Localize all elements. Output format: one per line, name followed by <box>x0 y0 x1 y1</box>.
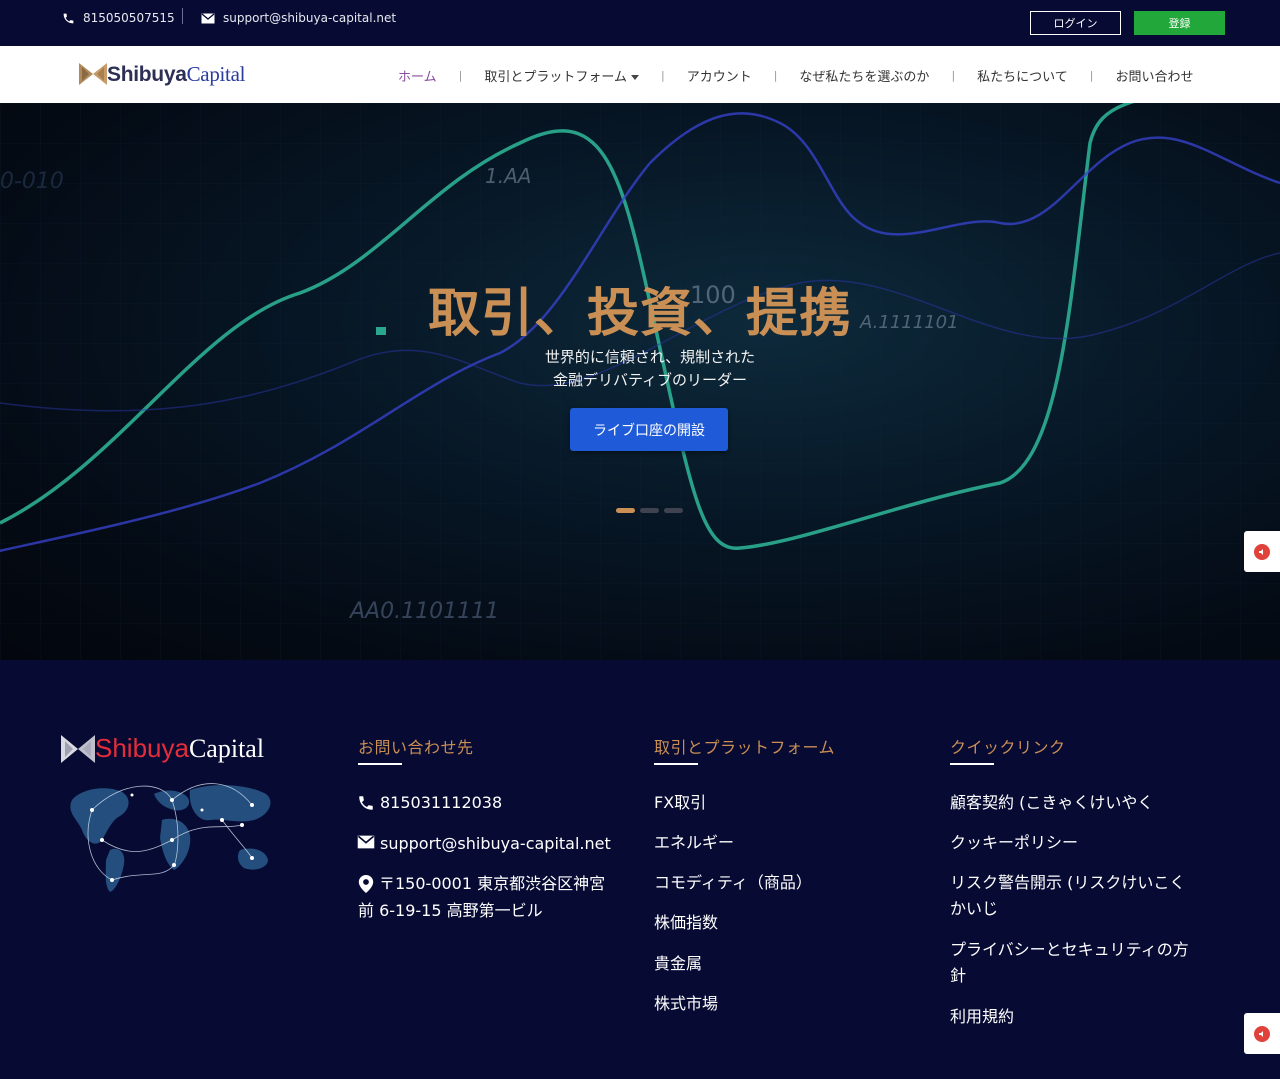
topbar-divider <box>182 8 183 24</box>
nav-separator: | <box>773 68 778 82</box>
footer-link-stocks[interactable]: 株式市場 <box>654 991 718 1017</box>
slider-dot-2[interactable] <box>640 508 659 513</box>
footer-link-label: 利用規約 <box>950 1007 1015 1026</box>
topbar-email[interactable]: support@shibuya-capital.net <box>201 10 396 26</box>
footer-email[interactable]: support@shibuya-capital.net <box>357 830 611 857</box>
world-network-map-image <box>70 783 271 892</box>
footer-brand-name-regular: Capital <box>188 734 265 763</box>
site-footer: ShibuyaCapital お問い合わせ先 815031112038 supp… <box>0 660 1280 1079</box>
footer-link-label-cont: かいじ <box>950 899 999 918</box>
svg-text:1.AA: 1.AA <box>485 164 531 188</box>
hero-title: 取引、投資、提携 <box>427 284 852 344</box>
footer-link-fx[interactable]: FX取引 <box>654 790 706 816</box>
top-bar: 815050507515 support@shibuya-capital.net… <box>0 0 1280 46</box>
footer-link-energy[interactable]: エネルギー <box>654 830 734 856</box>
topbar-phone[interactable]: 815050507515 <box>62 10 175 26</box>
footer-email-text: support@shibuya-capital.net <box>380 834 611 853</box>
hero-subtitle-line1: 世界的に信頼され、規制された <box>544 348 756 366</box>
footer-heading-underline <box>358 763 402 765</box>
floating-side-tab-lower[interactable] <box>1244 1013 1280 1054</box>
footer-address-line1: 〒150-0001 東京都渋谷区神宮 <box>379 874 606 893</box>
footer-link-label: クッキーポリシー <box>950 833 1079 852</box>
slider-dot-3[interactable] <box>664 508 683 513</box>
footer-contact-heading: お問い合わせ先 <box>358 738 474 757</box>
footer-link-indices[interactable]: 株価指数 <box>654 910 718 936</box>
hero-slider: 0-010 1.AA 100 A.1111101 AA0.1101111 取引、… <box>0 103 1280 660</box>
nav-item-why-us[interactable]: なぜ私たちを選ぶのか <box>799 66 929 85</box>
nav-item-trading-label: 取引とプラットフォーム <box>484 69 627 85</box>
footer-link-label: プライバシーとセキュリティの方 <box>950 940 1189 959</box>
footer-heading-underline <box>654 763 698 765</box>
speaker-icon <box>1254 1025 1270 1042</box>
slider-dot-1[interactable] <box>616 508 635 513</box>
register-button[interactable]: 登録 <box>1134 11 1225 35</box>
footer-link-client-agreement[interactable]: 顧客契約 (こきゃくけいやく <box>950 790 1153 816</box>
brand-wordmark: ShibuyaCapital <box>107 62 245 87</box>
slider-pagination <box>616 508 683 513</box>
envelope-icon <box>201 13 215 23</box>
brand-name-regular: Capital <box>186 61 246 86</box>
footer-brand-wordmark: ShibuyaCapital <box>95 733 264 764</box>
nav-separator: | <box>458 68 463 82</box>
footer-address: 〒150-0001 東京都渋谷区神宮 <box>358 870 605 897</box>
topbar-phone-text: 815050507515 <box>83 11 175 25</box>
footer-heading-underline <box>950 763 994 765</box>
nav-separator: | <box>951 68 956 82</box>
footer-link-label-cont: 針 <box>950 966 967 985</box>
nav-separator: | <box>660 68 665 82</box>
topbar-email-text: support@shibuya-capital.net <box>223 11 397 25</box>
footer-quicklinks-heading: クイックリンク <box>950 738 1066 757</box>
footer-link-terms[interactable]: 利用規約 <box>950 1004 1014 1030</box>
brand-name-bold: Shibuya <box>107 62 187 86</box>
phone-icon <box>359 796 373 810</box>
nav-item-home[interactable]: ホーム <box>398 66 437 85</box>
footer-link-commodities[interactable]: コモディティ（商品） <box>654 870 812 896</box>
footer-brand-logo[interactable]: ShibuyaCapital <box>61 733 264 764</box>
nav-item-about[interactable]: 私たちについて <box>977 66 1068 85</box>
svg-text:AA0.1101111: AA0.1101111 <box>348 599 499 624</box>
caret-down-icon <box>630 74 639 80</box>
envelope-icon <box>357 835 375 849</box>
nav-item-contact[interactable]: お問い合わせ <box>1116 66 1194 85</box>
map-pin-icon <box>358 875 374 893</box>
footer-link-label: リスク警告開示 (リスクけいこく <box>950 873 1186 892</box>
bowtie-logo-icon <box>79 63 107 85</box>
nav-menu: ホーム | 取引とプラットフォーム | アカウント | なぜ私たちを選ぶのか |… <box>398 66 1194 85</box>
nav-separator: | <box>1089 68 1094 82</box>
main-navbar: ShibuyaCapital ホーム | 取引とプラットフォーム | アカウント… <box>0 46 1280 103</box>
footer-link-metals[interactable]: 貴金属 <box>654 951 702 977</box>
nav-item-trading-platforms[interactable]: 取引とプラットフォーム <box>484 66 639 85</box>
footer-link-risk-disclosure[interactable]: リスク警告開示 (リスクけいこく かいじ <box>950 870 1185 922</box>
footer-brand-name-bold: Shibuya <box>95 733 189 763</box>
bowtie-logo-icon <box>61 734 95 763</box>
footer-phone-text: 815031112038 <box>380 793 503 812</box>
floating-side-tab-upper[interactable] <box>1244 531 1280 572</box>
footer-address-line2: 前 6-19-15 高野第一ビル <box>358 901 543 920</box>
open-live-account-button[interactable]: ライブ口座の開設 <box>570 408 728 451</box>
footer-link-cookie-policy[interactable]: クッキーポリシー <box>950 830 1078 856</box>
footer-link-privacy[interactable]: プライバシーとセキュリティの方針 <box>950 937 1189 989</box>
footer-phone[interactable]: 815031112038 <box>357 789 502 816</box>
speaker-icon <box>1254 543 1270 560</box>
hero-subtitle-line2: 金融デリバティブのリーダー <box>552 371 748 389</box>
brand-logo[interactable]: ShibuyaCapital <box>79 60 245 88</box>
phone-icon <box>63 13 74 23</box>
footer-trading-heading: 取引とプラットフォーム <box>654 738 836 757</box>
login-button[interactable]: ログイン <box>1030 11 1121 35</box>
footer-link-label: 顧客契約 (こきゃくけいやく <box>950 793 1154 812</box>
nav-item-account[interactable]: アカウント <box>687 66 752 85</box>
svg-text:0-010: 0-010 <box>0 169 64 194</box>
